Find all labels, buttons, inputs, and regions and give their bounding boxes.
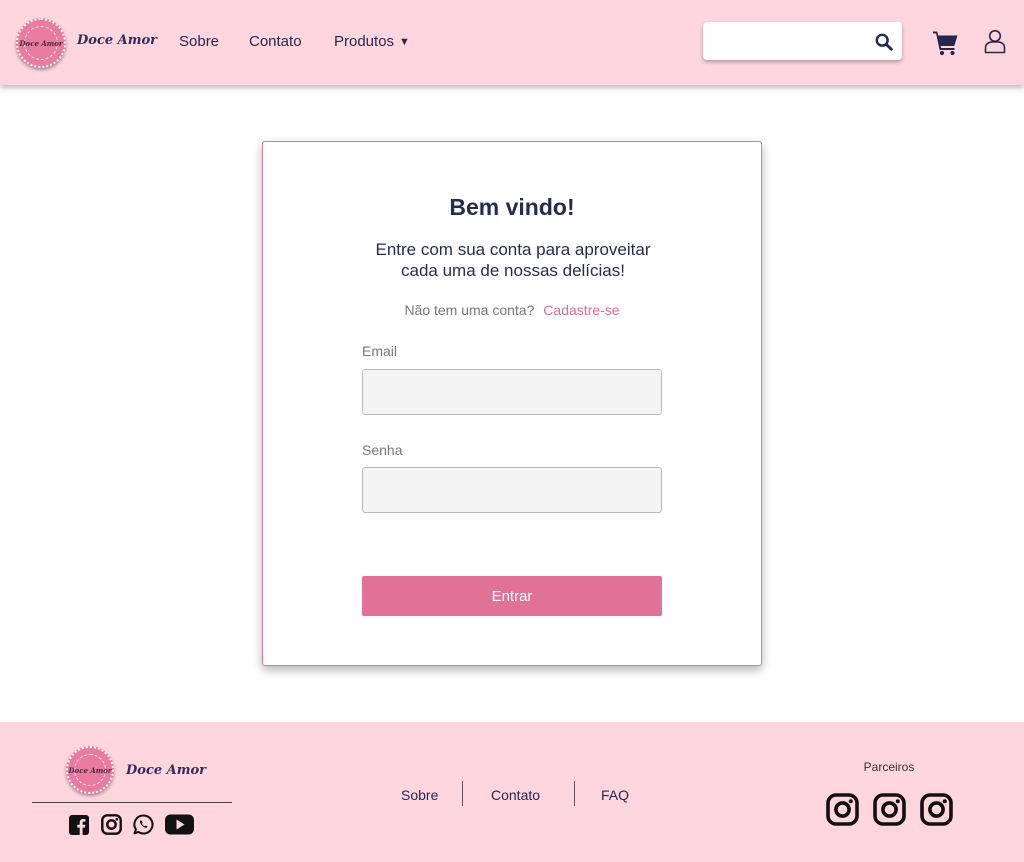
partner-instagram-icon[interactable] xyxy=(920,793,953,826)
partner-instagram-icon[interactable] xyxy=(873,793,906,826)
footer-link-separator xyxy=(574,781,575,806)
logo-badge-text: Doce Amor xyxy=(19,39,63,48)
logo-badge[interactable]: Doce Amor xyxy=(16,18,66,68)
search-box xyxy=(703,22,902,60)
site-footer: Doce Amor Doce Amor Sobre Contato FAQ Pa… xyxy=(0,722,1024,862)
login-button[interactable]: Entrar xyxy=(362,576,662,616)
partner-instagram-icon[interactable] xyxy=(826,793,859,826)
login-card: Bem vindo! Entre com sua conta para apro… xyxy=(262,141,762,666)
user-icon[interactable] xyxy=(984,29,1006,54)
footer-logo-badge[interactable]: Doce Amor xyxy=(66,746,114,794)
site-header: Doce Amor Doce Amor Sobre Contato Produt… xyxy=(0,0,1024,85)
search-icon[interactable] xyxy=(875,33,893,51)
search-input[interactable] xyxy=(713,31,863,51)
footer-logo-text[interactable]: Doce Amor xyxy=(126,763,206,778)
instagram-icon[interactable] xyxy=(101,814,122,835)
login-title: Bem vindo! xyxy=(449,194,575,220)
password-field[interactable] xyxy=(362,467,662,513)
signup-link[interactable]: Cadastre-se xyxy=(543,302,619,318)
youtube-icon[interactable] xyxy=(165,814,194,835)
facebook-icon[interactable] xyxy=(69,815,89,835)
no-account-text: Não tem uma conta? xyxy=(404,302,535,318)
cart-icon[interactable] xyxy=(932,29,959,56)
caret-down-icon: ▼ xyxy=(399,36,410,48)
footer-divider xyxy=(32,802,232,803)
whatsapp-icon[interactable] xyxy=(133,814,154,835)
signup-row: Não tem uma conta? Cadastre-se xyxy=(263,302,761,318)
nav-item-produtos-label: Produtos xyxy=(334,33,395,50)
nav-item-produtos[interactable]: Produtos ▼ xyxy=(334,33,410,50)
login-subtitle: Entre com sua conta para aproveitar cada… xyxy=(375,240,651,280)
nav-item-contato[interactable]: Contato xyxy=(249,33,302,50)
nav-item-sobre[interactable]: Sobre xyxy=(179,33,219,50)
footer-logo-badge-text: Doce Amor xyxy=(68,766,112,775)
password-label: Senha xyxy=(362,442,403,458)
email-label: Email xyxy=(362,343,398,359)
logo-text[interactable]: Doce Amor xyxy=(77,33,157,48)
footer-link-separator xyxy=(462,781,463,806)
footer-link-sobre[interactable]: Sobre xyxy=(401,787,438,803)
footer-link-faq[interactable]: FAQ xyxy=(601,787,629,803)
partners-title: Parceiros xyxy=(863,760,915,774)
footer-link-contato[interactable]: Contato xyxy=(491,787,540,803)
email-field[interactable] xyxy=(362,369,662,415)
